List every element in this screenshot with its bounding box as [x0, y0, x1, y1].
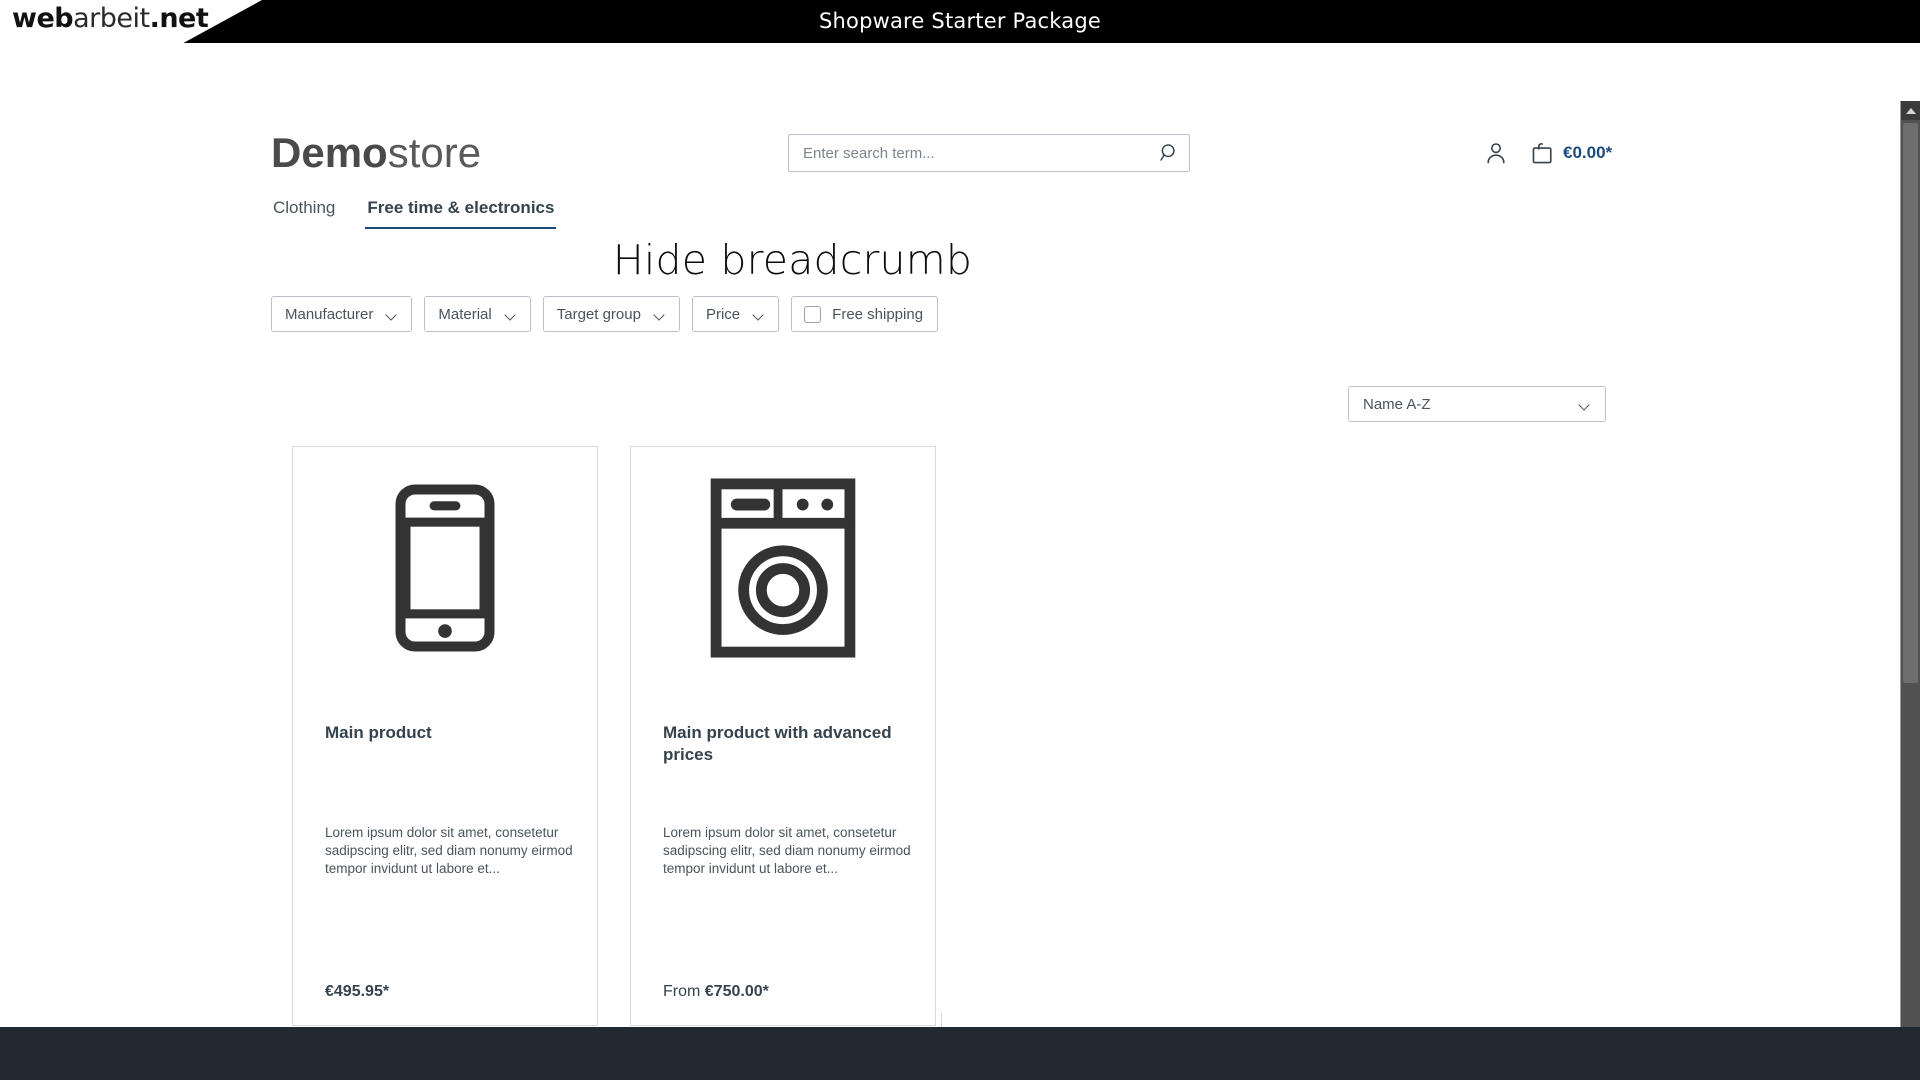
product-card[interactable]: Main product with advanced prices Lorem … — [630, 446, 936, 1026]
filter-target-group-label: Target group — [556, 305, 641, 323]
free-shipping-checkbox[interactable] — [804, 305, 822, 323]
product-title: Main product — [325, 723, 432, 742]
product-description: Lorem ipsum dolor sit amet, consetetur s… — [325, 825, 573, 876]
cart-button[interactable]: €0.00* — [1530, 138, 1612, 168]
product-price-prefix: From — [663, 983, 705, 1000]
shopping-bag-icon — [1532, 142, 1552, 163]
chevron-down-icon — [754, 311, 765, 318]
product-price: €495.95* — [325, 983, 389, 1001]
filter-manufacturer[interactable]: Manufacturer — [271, 296, 413, 332]
sort-dropdown[interactable]: Name A-Z — [1348, 386, 1606, 422]
product-title: Main product with advanced prices — [663, 723, 892, 764]
search-box — [788, 134, 1190, 172]
search-icon — [1160, 143, 1175, 161]
shop-logo-bold: Demo — [271, 129, 388, 176]
filter-free-shipping[interactable]: Free shipping — [791, 296, 939, 332]
search-input[interactable] — [789, 135, 1149, 171]
product-card[interactable]: Main product Lorem ipsum dolor sit amet,… — [292, 446, 598, 1026]
washing-machine-icon — [710, 478, 856, 658]
filter-price-label: Price — [705, 305, 741, 323]
product-grid: Main product Lorem ipsum dolor sit amet,… — [292, 446, 936, 1026]
top-banner-title: Shopware Starter Package — [818, 9, 1101, 33]
filter-bar: Manufacturer Material Target group Price… — [271, 296, 939, 332]
chevron-down-icon — [506, 311, 517, 318]
filter-material-label: Material — [438, 305, 492, 323]
chevron-down-icon — [387, 311, 398, 318]
product-image[interactable] — [293, 457, 597, 679]
filter-manufacturer-label: Manufacturer — [285, 305, 374, 323]
shop-logo-light: store — [387, 129, 482, 176]
shop-logo[interactable]: Demostore — [271, 129, 481, 177]
nav-item-clothing[interactable]: Clothing — [271, 198, 337, 227]
chevron-down-icon — [655, 311, 666, 318]
person-icon — [1487, 143, 1505, 164]
page-title: Hide breadcrumb — [612, 236, 973, 284]
smartphone-icon — [395, 484, 495, 652]
product-info: Main product with advanced prices Lorem … — [631, 679, 935, 1025]
cart-total: €0.00* — [1563, 143, 1613, 162]
nav-item-free-time-electronics[interactable]: Free time & electronics — [365, 198, 557, 229]
sort-dropdown-value: Name A-Z — [1363, 395, 1431, 413]
brand-logo-part3: .net — [149, 3, 209, 34]
scrollbar-thumb[interactable] — [1903, 123, 1918, 683]
product-price: From €750.00* — [663, 983, 769, 1001]
content-divider — [941, 1013, 942, 1027]
product-image[interactable] — [631, 457, 935, 679]
product-info: Main product Lorem ipsum dolor sit amet,… — [293, 679, 597, 1025]
main-navigation: Clothing Free time & electronics — [271, 198, 557, 229]
account-button[interactable] — [1483, 140, 1509, 166]
scroll-up-arrow-icon[interactable] — [1901, 101, 1920, 120]
brand-logo-part2: arbeit — [73, 3, 150, 34]
product-price-value: €495.95* — [325, 983, 390, 1000]
filter-material[interactable]: Material — [424, 296, 531, 332]
page-root: Shopware Starter Package webarbeit.net D… — [0, 0, 1920, 1080]
chevron-down-icon — [1580, 401, 1591, 408]
search-button[interactable] — [1157, 141, 1183, 167]
product-price-value: €750.00* — [704, 983, 769, 1000]
brand-logo[interactable]: webarbeit.net — [12, 3, 209, 34]
footer-band — [0, 1027, 1920, 1080]
brand-logo-part1: web — [12, 3, 74, 34]
free-shipping-label: Free shipping — [832, 305, 924, 323]
filter-target-group[interactable]: Target group — [542, 296, 680, 332]
filter-price[interactable]: Price — [691, 296, 780, 332]
top-banner: Shopware Starter Package webarbeit.net — [0, 0, 1920, 43]
vertical-scrollbar[interactable] — [1901, 101, 1920, 1027]
product-description: Lorem ipsum dolor sit amet, consetetur s… — [663, 825, 911, 876]
